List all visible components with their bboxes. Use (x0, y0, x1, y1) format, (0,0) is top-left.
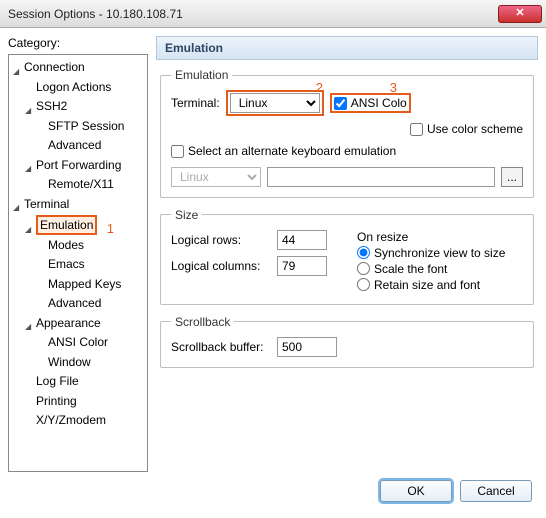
terminal-select[interactable]: Linux (230, 93, 320, 113)
tree-ansi-color[interactable]: ANSI Color (37, 334, 108, 350)
annotation-2: 2 (316, 80, 323, 95)
tree-xyz[interactable]: X/Y/Zmodem (25, 412, 106, 428)
category-label: Category: (8, 36, 148, 50)
window-title: Session Options - 10.180.108.71 (8, 7, 498, 21)
annotation-1: 1 (107, 221, 114, 236)
rows-input[interactable] (277, 230, 327, 250)
tree-printing[interactable]: Printing (25, 393, 77, 409)
emulation-legend: Emulation (171, 68, 232, 82)
titlebar: Session Options - 10.180.108.71 ✕ (0, 0, 546, 28)
resize-scale[interactable]: Scale the font (357, 262, 523, 276)
ansi-color-input[interactable] (334, 97, 347, 110)
tree-window[interactable]: Window (37, 354, 91, 370)
use-color-scheme-input[interactable] (410, 123, 423, 136)
cancel-button[interactable]: Cancel (460, 480, 532, 502)
tree-ssh-advanced[interactable]: Advanced (37, 137, 101, 153)
alt-keyboard-checkbox[interactable]: Select an alternate keyboard emulation (171, 144, 396, 158)
cols-input[interactable] (277, 256, 327, 276)
category-column: Category: Connection Logon Actions SSH2 … (8, 36, 148, 472)
use-color-scheme-checkbox[interactable]: Use color scheme (410, 122, 523, 136)
on-resize-label: On resize (357, 230, 523, 244)
emulation-group: Emulation Terminal: 2 Linux 3 ANSI Colo (160, 68, 534, 198)
tree-log-file[interactable]: Log File (25, 373, 79, 389)
resize-sync[interactable]: Synchronize view to size (357, 246, 523, 260)
size-legend: Size (171, 208, 202, 222)
settings-panel: Emulation Emulation Terminal: 2 Linux 3 (156, 36, 538, 472)
tree-connection[interactable]: Connection (13, 59, 85, 75)
size-group: Size Logical rows: Logical columns: (160, 208, 534, 305)
footer: OK Cancel (0, 480, 546, 510)
scrollback-group: Scrollback Scrollback buffer: (160, 315, 534, 368)
tree-logon-actions[interactable]: Logon Actions (25, 79, 111, 95)
resize-retain[interactable]: Retain size and font (357, 278, 523, 292)
ok-button[interactable]: OK (380, 480, 452, 502)
tree-emulation[interactable]: Emulation (25, 215, 97, 235)
alt-keyboard-path (267, 167, 495, 187)
ansi-color-checkbox[interactable]: ANSI Colo (334, 96, 407, 110)
terminal-highlight: 2 Linux (226, 90, 324, 116)
tree-terminal[interactable]: Terminal (13, 196, 69, 212)
tree-appearance[interactable]: Appearance (25, 315, 101, 331)
tree-modes[interactable]: Modes (37, 237, 84, 253)
content: Category: Connection Logon Actions SSH2 … (0, 28, 546, 480)
scrollback-legend: Scrollback (171, 315, 234, 329)
panel-title: Emulation (156, 36, 538, 60)
tree-term-advanced[interactable]: Advanced (37, 295, 101, 311)
terminal-label: Terminal: (171, 96, 220, 110)
cols-label: Logical columns: (171, 259, 271, 273)
browse-button[interactable]: ... (501, 167, 523, 187)
tree-emacs[interactable]: Emacs (37, 256, 85, 272)
tree-sftp[interactable]: SFTP Session (37, 118, 124, 134)
tree-mapped-keys[interactable]: Mapped Keys (37, 276, 121, 292)
scrollback-label: Scrollback buffer: (171, 340, 271, 354)
annotation-3: 3 (390, 80, 397, 95)
category-tree[interactable]: Connection Logon Actions SSH2 SFTP Sessi… (8, 54, 148, 472)
tree-ssh2[interactable]: SSH2 (25, 98, 67, 114)
alt-keyboard-input[interactable] (171, 145, 184, 158)
tree-port-fwd[interactable]: Port Forwarding (25, 157, 121, 173)
ansi-highlight: 3 ANSI Colo (330, 93, 411, 113)
tree-remote-x11[interactable]: Remote/X11 (37, 176, 114, 192)
rows-label: Logical rows: (171, 233, 271, 247)
alt-keyboard-select: Linux (171, 167, 261, 187)
close-button[interactable]: ✕ (498, 5, 542, 23)
scrollback-input[interactable] (277, 337, 337, 357)
